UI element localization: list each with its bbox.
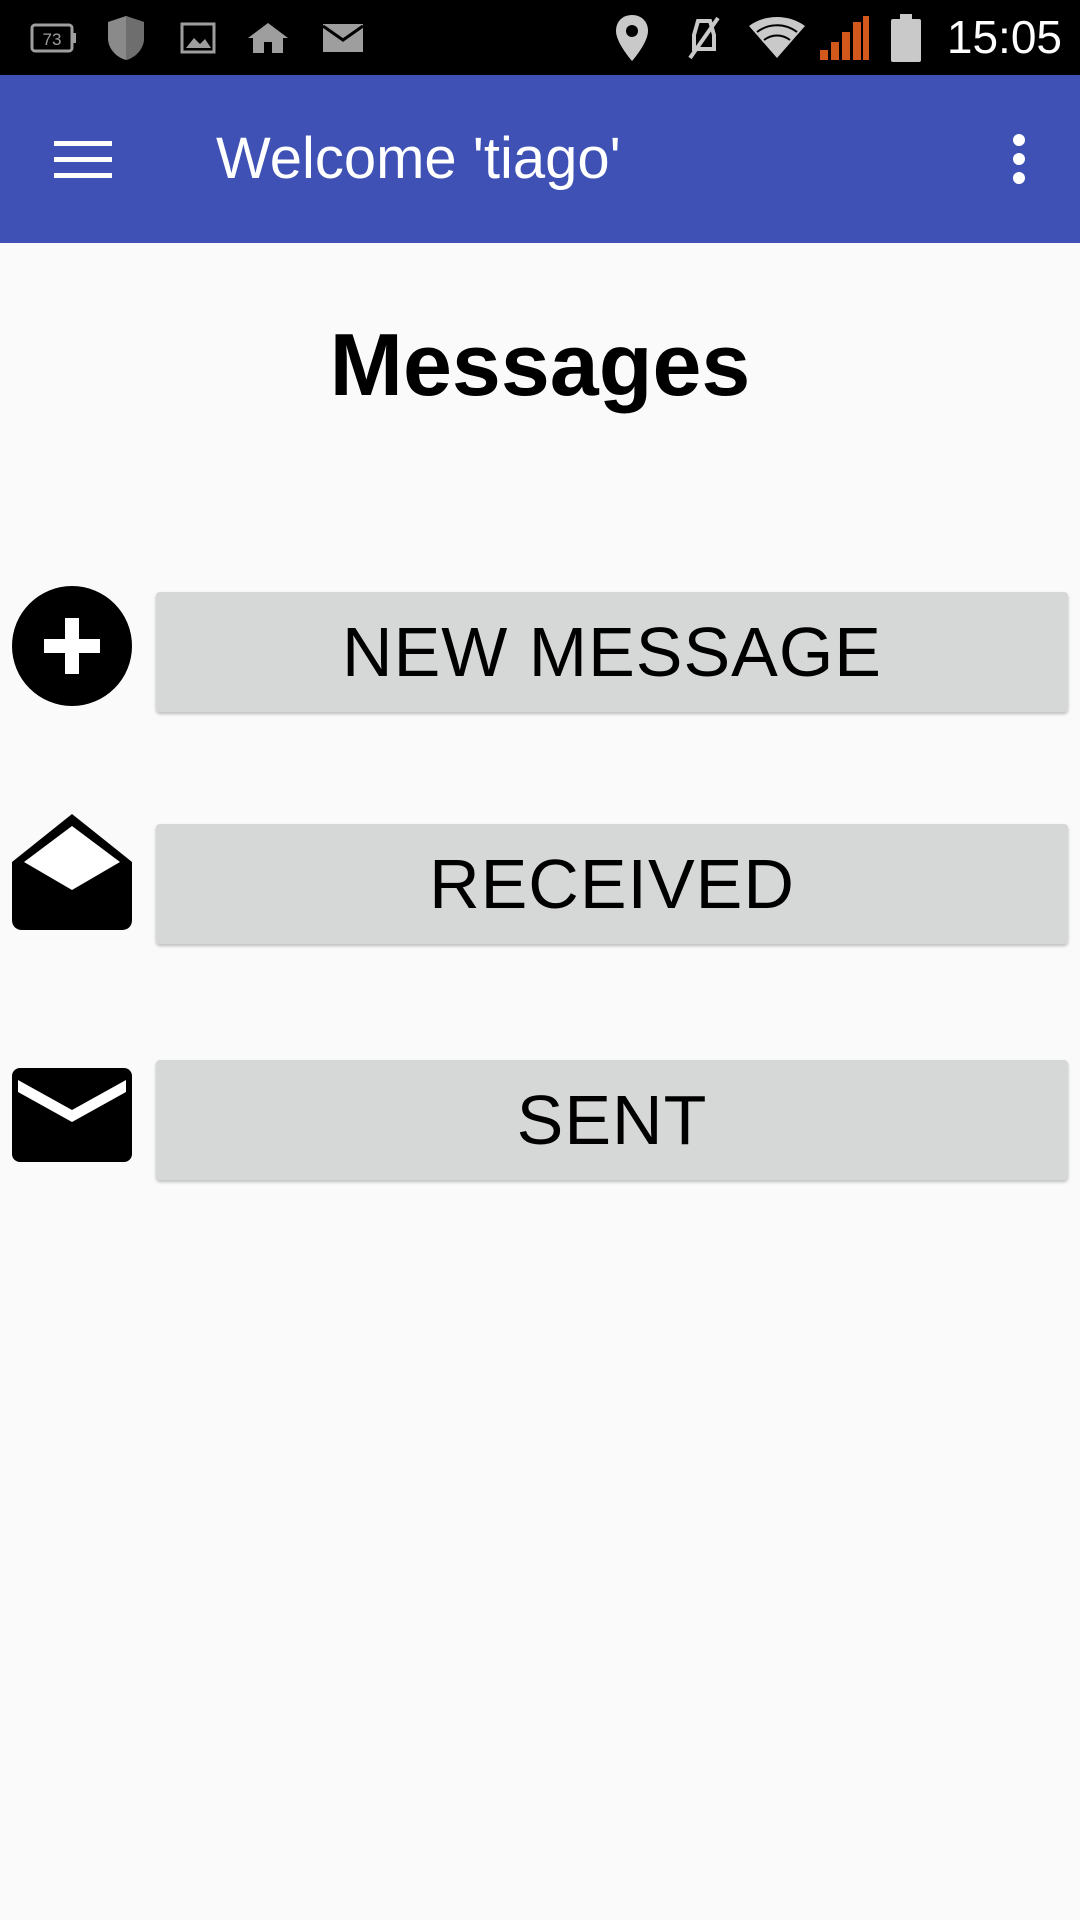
home-icon	[246, 0, 290, 75]
page-title: Messages	[329, 315, 751, 414]
shield-icon	[104, 0, 148, 75]
image-icon	[180, 0, 216, 75]
location-icon	[614, 0, 650, 75]
signal-icon	[818, 0, 870, 75]
status-bar: 73 15:05	[0, 0, 1080, 75]
battery-icon	[890, 0, 922, 75]
sent-button[interactable]: SENT	[156, 1060, 1068, 1180]
mail-icon	[322, 0, 364, 75]
received-button[interactable]: RECEIVED	[156, 824, 1068, 944]
more-vert-icon[interactable]	[974, 117, 1064, 201]
new-message-button[interactable]: NEW MESSAGE	[156, 592, 1068, 712]
battery-saver-icon: 73	[30, 0, 76, 75]
mute-icon	[684, 0, 726, 75]
hamburger-menu-icon[interactable]	[38, 117, 128, 201]
clock-text: 15:05	[946, 11, 1062, 63]
app-bar: Welcome 'tiago'	[0, 75, 1080, 243]
app-title: Welcome 'tiago'	[216, 126, 621, 191]
envelope-closed-icon	[10, 1052, 134, 1176]
add-circle-icon	[10, 584, 134, 708]
wifi-icon	[748, 0, 806, 75]
envelope-open-icon	[10, 810, 134, 934]
battery-badge-text: 73	[43, 30, 62, 49]
